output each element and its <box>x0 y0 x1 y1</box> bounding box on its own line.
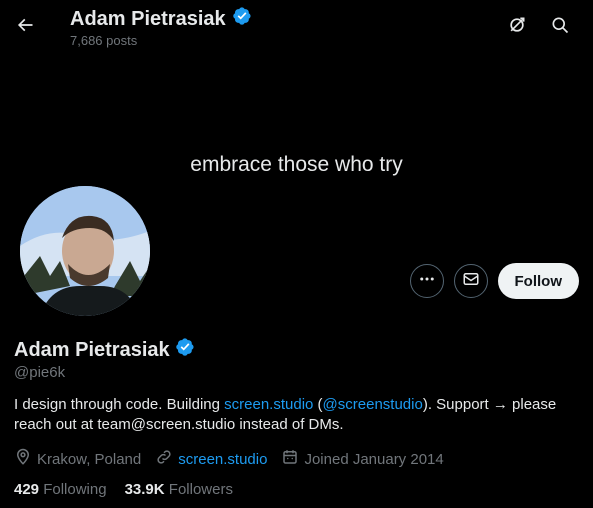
following-count: 429 <box>14 481 40 498</box>
more-button[interactable] <box>409 264 444 298</box>
more-icon <box>418 270 436 293</box>
profile-name-text: Adam Pietrasiak <box>14 338 170 361</box>
top-header: Adam Pietrasiak 7,686 posts <box>0 0 593 58</box>
website: screen.studio <box>155 448 267 470</box>
avatar-photo <box>20 186 150 316</box>
bio-text: ( <box>313 396 323 413</box>
location-icon <box>14 448 32 470</box>
message-button[interactable] <box>453 264 488 298</box>
join-date: Joined January 2014 <box>281 448 444 470</box>
header-name: Adam Pietrasiak <box>70 7 226 30</box>
search-button[interactable] <box>543 10 577 44</box>
avatar[interactable] <box>17 183 153 319</box>
profile-meta: Krakow, Poland screen.studio Joined Janu… <box>14 448 444 470</box>
post-count: 7,686 posts <box>70 33 138 48</box>
mail-icon <box>462 270 480 293</box>
join-date-text: Joined January 2014 <box>304 450 444 468</box>
follow-button[interactable]: Follow <box>497 263 579 299</box>
subscribe-button[interactable] <box>500 10 534 44</box>
profile-stats: 429 Following 33.9K Followers <box>14 481 233 498</box>
banner-text: embrace those who try <box>190 153 403 176</box>
followers-label: Followers <box>168 481 233 498</box>
profile-actions: Follow <box>409 263 579 299</box>
followers-count: 33.9K <box>124 481 165 498</box>
location: Krakow, Poland <box>14 448 141 470</box>
profile-name: Adam Pietrasiak <box>14 337 195 363</box>
verified-badge-icon[interactable] <box>175 337 195 363</box>
bio-link-mention[interactable]: @screenstudio <box>323 396 423 413</box>
link-icon <box>155 448 173 470</box>
bio-text: I design through code. Building <box>14 396 225 413</box>
verified-badge-icon <box>232 6 252 32</box>
alert-icon <box>507 15 527 40</box>
calendar-icon <box>281 448 299 470</box>
profile-handle: @pie6k <box>14 364 66 381</box>
website-link[interactable]: screen.studio <box>178 451 267 468</box>
profile-bio: I design through code. Building screen.s… <box>14 395 579 435</box>
location-text: Krakow, Poland <box>37 450 142 468</box>
following-label: Following <box>43 481 107 498</box>
bio-link-website[interactable]: screen.studio <box>224 396 313 413</box>
back-button[interactable] <box>8 10 42 44</box>
following-link[interactable]: 429 Following <box>14 481 107 498</box>
followers-link[interactable]: 33.9K Followers <box>125 481 233 498</box>
arrow-left-icon <box>15 15 35 40</box>
search-icon <box>550 15 570 40</box>
header-title: Adam Pietrasiak <box>70 6 252 32</box>
